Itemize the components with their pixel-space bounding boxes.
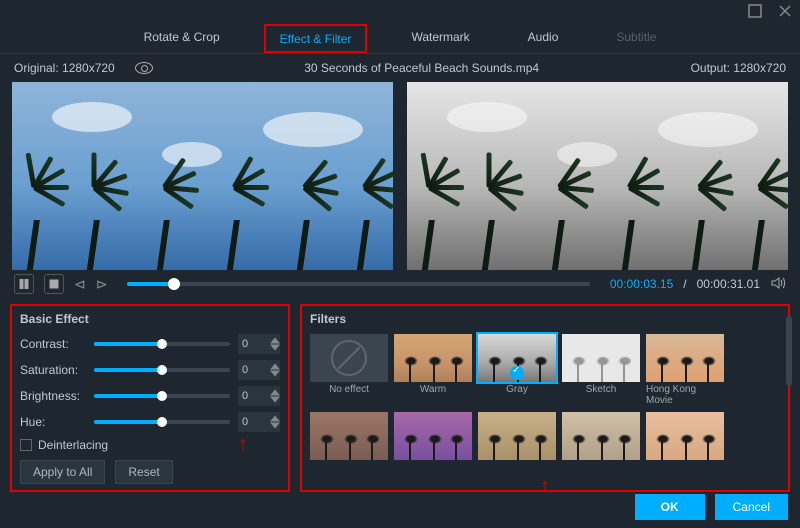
tab-audio[interactable]: Audio bbox=[514, 24, 573, 53]
hue-slider[interactable] bbox=[94, 420, 230, 424]
preview-original bbox=[12, 82, 393, 270]
filters-panel: Filters No effect Warm Gray Sketch Hong … bbox=[300, 304, 790, 492]
deinterlacing-label: Deinterlacing bbox=[38, 438, 108, 452]
output-resolution: Output: 1280x720 bbox=[691, 61, 786, 75]
filters-title: Filters bbox=[310, 312, 780, 326]
arrow-up-icon: ↑ bbox=[238, 434, 248, 454]
filter-item[interactable] bbox=[646, 412, 724, 460]
maximize-icon[interactable] bbox=[748, 4, 762, 21]
filter-gray[interactable] bbox=[478, 334, 556, 382]
brightness-slider[interactable] bbox=[94, 394, 230, 398]
eye-icon[interactable] bbox=[135, 62, 153, 74]
apply-to-all-button[interactable]: Apply to All bbox=[20, 460, 105, 484]
basic-effect-title: Basic Effect bbox=[20, 312, 280, 326]
stop-button[interactable] bbox=[44, 274, 64, 294]
playback-controls: ⊲ ⊳ 00:00:03.15 / 00:00:31.01 bbox=[0, 270, 800, 298]
cancel-button[interactable]: Cancel bbox=[715, 494, 788, 520]
reset-button[interactable]: Reset bbox=[115, 460, 172, 484]
filter-label: Hong Kong Movie bbox=[646, 384, 724, 406]
filter-label: Warm bbox=[420, 384, 446, 395]
volume-icon[interactable] bbox=[770, 275, 786, 294]
arrow-up-icon: ↑ bbox=[540, 476, 550, 496]
filter-item[interactable] bbox=[310, 412, 388, 460]
contrast-spinner[interactable]: 0 bbox=[238, 334, 280, 354]
filter-label: Sketch bbox=[586, 384, 617, 395]
saturation-spinner[interactable]: 0 bbox=[238, 360, 280, 380]
time-total: 00:00:31.01 bbox=[697, 277, 760, 291]
pause-button[interactable] bbox=[14, 274, 34, 294]
filter-label: No effect bbox=[329, 384, 369, 395]
saturation-slider[interactable] bbox=[94, 368, 230, 372]
filter-no-effect[interactable] bbox=[310, 334, 388, 382]
filter-item[interactable] bbox=[562, 412, 640, 460]
original-resolution: Original: 1280x720 bbox=[14, 61, 115, 75]
time-separator: / bbox=[683, 277, 686, 291]
contrast-slider[interactable] bbox=[94, 342, 230, 346]
tab-effect-filter[interactable]: Effect & Filter bbox=[264, 24, 368, 53]
info-bar: Original: 1280x720 30 Seconds of Peacefu… bbox=[0, 54, 800, 82]
filter-item[interactable] bbox=[478, 412, 556, 460]
filter-label: Gray bbox=[506, 384, 528, 395]
tab-rotate-crop[interactable]: Rotate & Crop bbox=[130, 24, 234, 53]
ok-button[interactable]: OK bbox=[635, 494, 705, 520]
filter-warm[interactable] bbox=[394, 334, 472, 382]
brightness-label: Brightness: bbox=[20, 389, 86, 403]
filter-item[interactable] bbox=[394, 412, 472, 460]
filter-sketch[interactable] bbox=[562, 334, 640, 382]
tab-subtitle[interactable]: Subtitle bbox=[602, 24, 670, 53]
basic-effect-panel: Basic Effect Contrast: 0 Saturation: 0 B… bbox=[10, 304, 290, 492]
close-icon[interactable] bbox=[778, 4, 792, 21]
hue-label: Hue: bbox=[20, 415, 86, 429]
filter-hong-kong-movie[interactable] bbox=[646, 334, 724, 382]
check-icon bbox=[510, 366, 524, 380]
deinterlacing-checkbox[interactable] bbox=[20, 439, 32, 451]
time-current: 00:00:03.15 bbox=[610, 277, 673, 291]
saturation-label: Saturation: bbox=[20, 363, 86, 377]
tab-bar: Rotate & Crop Effect & Filter Watermark … bbox=[0, 24, 800, 54]
brightness-spinner[interactable]: 0 bbox=[238, 386, 280, 406]
filename-label: 30 Seconds of Peaceful Beach Sounds.mp4 bbox=[153, 61, 691, 75]
contrast-label: Contrast: bbox=[20, 337, 86, 351]
timeline-slider[interactable] bbox=[127, 282, 589, 286]
hue-spinner[interactable]: 0 bbox=[238, 412, 280, 432]
preview-output bbox=[407, 82, 788, 270]
tab-watermark[interactable]: Watermark bbox=[397, 24, 483, 53]
prev-frame-button[interactable]: ⊲ bbox=[74, 277, 86, 291]
filters-scrollbar[interactable] bbox=[786, 316, 792, 386]
next-frame-button[interactable]: ⊳ bbox=[96, 277, 108, 291]
